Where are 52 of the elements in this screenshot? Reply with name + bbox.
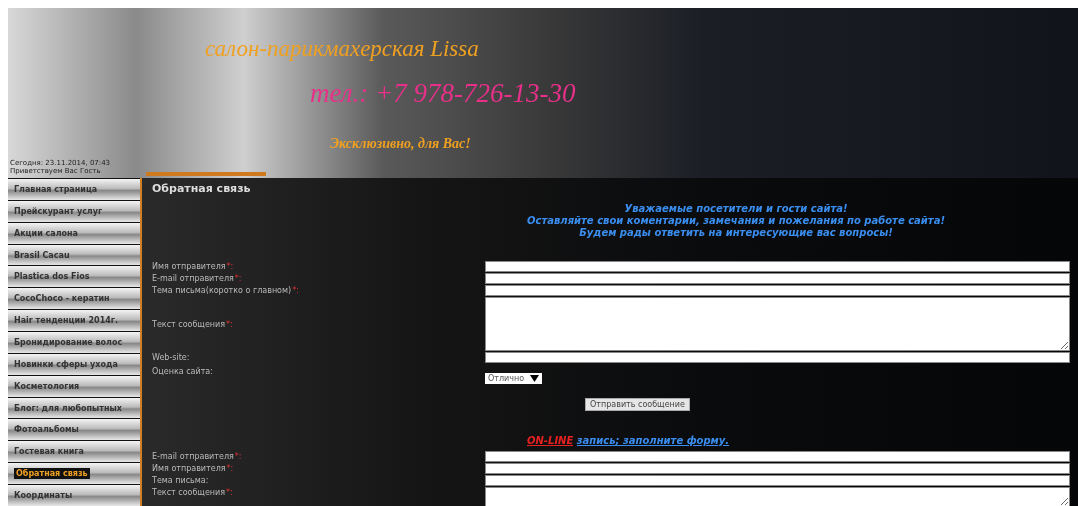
phone-number: тел.: +7 978-726-13-30 [310,78,576,109]
input-field[interactable] [485,352,1070,363]
field-label: Имя отправителя [152,464,226,473]
intro-text: Уважаемые посетители и гости сайта! [624,203,848,215]
required-mark: *: [234,274,242,283]
submit-button[interactable]: Отправить сообщение [585,398,690,411]
nav-item[interactable]: Обратная связь [8,463,140,485]
field-label: Текст сообщения [152,320,226,329]
nav-item[interactable]: Hair тенденции 2014г. [8,310,140,331]
field-label: Тема письма(коротко о главном) [152,286,292,295]
rating-dropdown[interactable]: Отлично [485,373,543,384]
nav-item[interactable]: Бронидирование волос [8,332,140,353]
intro-text: Будем рады ответить на интересующие вас вопросы! [579,227,893,239]
nav-item[interactable]: Фотоальбомы [8,419,140,441]
required-mark: *: [292,286,299,295]
input-field[interactable] [485,273,1070,284]
required-mark: *: [226,464,234,473]
nav-item[interactable]: Координаты [8,485,140,506]
field-label: Тема письма: [152,476,209,485]
required-mark: *: [226,488,233,497]
nav-item[interactable]: Косметология [8,375,140,397]
message-field[interactable] [485,487,1070,506]
nav-item[interactable]: Акции салона [8,222,140,244]
message-field[interactable] [485,297,1070,351]
nav-item[interactable]: CocoChoco - кератин [8,288,140,310]
intro-text: Оставляйте свои коментарии, замечания и пожелания по работе сайта! [527,215,945,227]
nav-item[interactable]: Блог: для любопытных [8,397,140,419]
required-mark: *: [226,262,234,271]
field-label: Текст сообщения [152,488,226,497]
nav-item[interactable]: Brasil Cacau [8,244,140,266]
booking-link[interactable]: ON-LINE [527,435,574,446]
nav-item[interactable]: Прейскурант услуг [8,200,140,222]
input-field[interactable] [485,451,1070,462]
booking-link[interactable]: запись; заполните форму. [576,435,730,446]
input-field[interactable] [485,463,1070,474]
dropdown-arrow-icon [530,375,540,382]
required-mark: *: [234,452,242,461]
required-mark: *: [226,320,233,329]
field-label: E-mail отправителя [152,274,234,283]
input-field[interactable] [485,261,1070,272]
nav-item[interactable]: Гостевая книга [8,441,140,463]
slogan: Эксклюзивно, для Вас! [330,136,471,152]
input-field[interactable] [485,475,1070,486]
field-label: Web-site: [152,353,190,362]
field-label: Оценка сайта: [152,367,213,376]
nav-item[interactable]: Plastica dos Fios [8,266,140,288]
field-label: Имя отправителя [152,262,226,271]
nav-item[interactable]: Главная страница [8,179,140,200]
nav-item[interactable]: Новинки сферы ухода [8,353,140,375]
field-label: E-mail отправителя [152,452,234,461]
input-field[interactable] [485,285,1070,296]
page-title: Обратная связь [152,182,252,195]
